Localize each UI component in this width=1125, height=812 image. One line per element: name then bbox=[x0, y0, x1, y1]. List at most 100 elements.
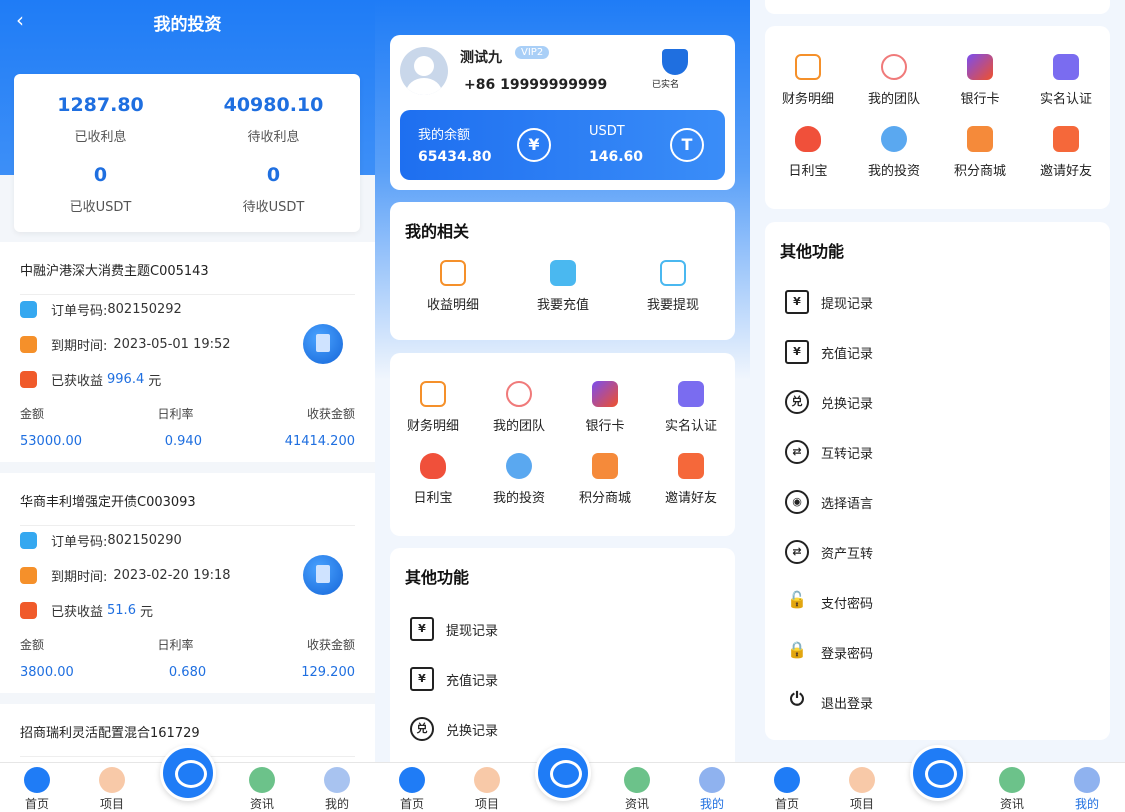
daily-treasure-button[interactable]: 日利宝 bbox=[765, 126, 851, 179]
finance-detail-button[interactable]: 财务明细 bbox=[390, 381, 476, 434]
invite-friends-button[interactable]: 邀请好友 bbox=[1023, 126, 1109, 179]
withdraw-button[interactable]: 我要提现 bbox=[630, 260, 716, 313]
section-title: 我的相关 bbox=[405, 222, 470, 241]
recharge-icon: ¥ bbox=[785, 340, 809, 364]
item-label: 日利宝 bbox=[788, 164, 828, 179]
language-item[interactable]: ◉ 选择语言 bbox=[785, 490, 873, 514]
tab-home[interactable]: 首页 bbox=[12, 767, 62, 812]
team-icon bbox=[881, 54, 907, 80]
investment-card[interactable]: 华商丰利增强定开债C003093 订单号码: 802150290 到期时间: 202… bbox=[0, 473, 375, 693]
tab-mine[interactable]: 我的 bbox=[312, 767, 362, 812]
envelope-icon bbox=[1053, 126, 1079, 152]
coin-hand-icon bbox=[881, 126, 907, 152]
item-label: 资产互转 bbox=[821, 546, 874, 562]
order-number: 802150292 bbox=[107, 302, 182, 317]
item-label: 兑换记录 bbox=[446, 723, 499, 739]
recharge-button[interactable]: 我要充值 bbox=[520, 260, 606, 313]
investment-card[interactable]: 中融沪港深大消费主题C005143 订单号码: 802150292 到期时间: 20… bbox=[0, 242, 375, 462]
balance-card[interactable]: 我的余额 65434.80 ¥ USDT 146.60 T bbox=[400, 110, 725, 180]
contract-icon[interactable] bbox=[303, 555, 343, 595]
col-label: 收获金额 bbox=[306, 638, 355, 652]
recharge-records-item[interactable]: ¥ 充值记录 bbox=[410, 667, 498, 691]
exchange-records-item[interactable]: 兑兑换记录 bbox=[410, 717, 498, 741]
withdraw-records-item[interactable]: ¥ 提现记录 bbox=[410, 617, 498, 641]
verification-button[interactable]: 实名认证 bbox=[648, 381, 734, 434]
tab-news[interactable]: 资讯 bbox=[987, 767, 1037, 812]
item-label: 兑换记录 bbox=[821, 396, 874, 412]
logout-item[interactable]: ⏻ 退出登录 bbox=[785, 690, 873, 714]
shield-icon bbox=[662, 49, 688, 75]
item-label: 提现记录 bbox=[446, 623, 499, 639]
order-number: 802150290 bbox=[107, 533, 182, 548]
other-functions-section: 其他功能 ¥ 提现记录 ¥ 充值记录 兑兑换记录 bbox=[390, 548, 735, 778]
page-title: 我的投资 bbox=[153, 15, 222, 35]
tab-news[interactable]: 资讯 bbox=[237, 767, 287, 812]
section-title: 其他功能 bbox=[780, 242, 845, 261]
exchange-records-item[interactable]: 兑兑换记录 bbox=[785, 390, 873, 414]
tab-mine[interactable]: 我的 bbox=[1062, 767, 1112, 812]
tab-home[interactable]: 首页 bbox=[762, 767, 812, 812]
unlock-icon: 🔓 bbox=[787, 590, 807, 609]
user-name: 测试九 bbox=[460, 50, 502, 66]
my-investment-button[interactable]: 我的投资 bbox=[851, 126, 937, 179]
login-password-item[interactable]: 🔒 登录密码 bbox=[785, 640, 873, 664]
daily-treasure-button[interactable]: 日利宝 bbox=[390, 453, 476, 506]
asset-transfer-item[interactable]: ⇄ 资产互转 bbox=[785, 540, 873, 564]
tab-projects[interactable]: 项目 bbox=[462, 767, 512, 812]
contract-icon[interactable] bbox=[303, 324, 343, 364]
balance-value: 65434.80 bbox=[418, 149, 492, 165]
money-bag-icon bbox=[795, 126, 821, 152]
money-bag-icon bbox=[420, 453, 446, 479]
verification-button[interactable]: 实名认证 bbox=[1023, 54, 1109, 107]
tab-label: 资讯 bbox=[249, 797, 274, 811]
invite-friends-button[interactable]: 邀请好友 bbox=[648, 453, 734, 506]
transfer-records-item[interactable]: ⇄ 互转记录 bbox=[785, 440, 873, 464]
envelope-icon bbox=[678, 453, 704, 479]
tab-label: 项目 bbox=[474, 797, 499, 811]
item-label: 退出登录 bbox=[821, 696, 874, 712]
tab-home[interactable]: 首页 bbox=[387, 767, 437, 812]
finance-detail-button[interactable]: 财务明细 bbox=[765, 54, 851, 107]
tab-projects[interactable]: 项目 bbox=[837, 767, 887, 812]
item-label: 充值记录 bbox=[821, 346, 874, 362]
gift-icon bbox=[20, 371, 37, 388]
income-detail-button[interactable]: 收益明细 bbox=[410, 260, 496, 313]
item-label: 我的投资 bbox=[867, 164, 920, 179]
points-mall-button[interactable]: 积分商城 bbox=[937, 126, 1023, 179]
atm-icon bbox=[660, 260, 686, 286]
stat-label: 已收利息 bbox=[74, 130, 127, 145]
other-functions-section: 其他功能 ¥ 提现记录 ¥ 充值记录 兑兑换记录 ⇄ 互转记录 ◉ 选择语言 ⇄ 资产互转… bbox=[765, 222, 1110, 740]
item-label: 我的团队 bbox=[867, 92, 920, 107]
points-mall-button[interactable]: 积分商城 bbox=[562, 453, 648, 506]
customer-service-button[interactable] bbox=[910, 745, 966, 801]
my-team-button[interactable]: 我的团队 bbox=[476, 381, 562, 434]
transfer-icon: ⇄ bbox=[785, 540, 809, 564]
pay-password-item[interactable]: 🔓 支付密码 bbox=[785, 590, 873, 614]
recharge-records-item[interactable]: ¥ 充值记录 bbox=[785, 340, 873, 364]
my-investment-button[interactable]: 我的投资 bbox=[476, 453, 562, 506]
bank-card-button[interactable]: 银行卡 bbox=[562, 381, 648, 434]
my-team-button[interactable]: 我的团队 bbox=[851, 54, 937, 107]
tab-news[interactable]: 资讯 bbox=[612, 767, 662, 812]
amount-value: 3800.00 bbox=[20, 665, 74, 680]
col-label: 日利率 bbox=[157, 407, 194, 421]
item-label: 互转记录 bbox=[821, 446, 874, 462]
bank-card-icon bbox=[592, 381, 618, 407]
customer-service-button[interactable] bbox=[535, 745, 591, 801]
withdraw-records-item[interactable]: ¥ 提现记录 bbox=[785, 290, 873, 314]
globe-icon: ◉ bbox=[785, 490, 809, 514]
tab-label: 资讯 bbox=[624, 797, 649, 811]
stats-card: 1287.80 已收利息 40980.10 待收利息 0 已收USDT 0 待收USDT bbox=[14, 74, 360, 232]
vip-badge: VIP2 bbox=[515, 46, 550, 59]
item-label: 实名认证 bbox=[1039, 92, 1092, 107]
tab-mine[interactable]: 我的 bbox=[687, 767, 737, 812]
bank-card-button[interactable]: 银行卡 bbox=[937, 54, 1023, 107]
expire-time: 2023-05-01 19:52 bbox=[113, 337, 231, 352]
profile-panel-scrolled: 财务明细 我的团队 银行卡 实名认证 日利宝 我的投资 积分商城 邀请好友 其他… bbox=[750, 0, 1125, 812]
customer-service-button[interactable] bbox=[160, 745, 216, 801]
tab-label: 资讯 bbox=[999, 797, 1024, 811]
expire-time: 2023-02-20 19:18 bbox=[113, 568, 231, 583]
usdt-coin-icon: T bbox=[670, 128, 704, 162]
tab-projects[interactable]: 项目 bbox=[87, 767, 137, 812]
avatar[interactable] bbox=[400, 47, 448, 95]
